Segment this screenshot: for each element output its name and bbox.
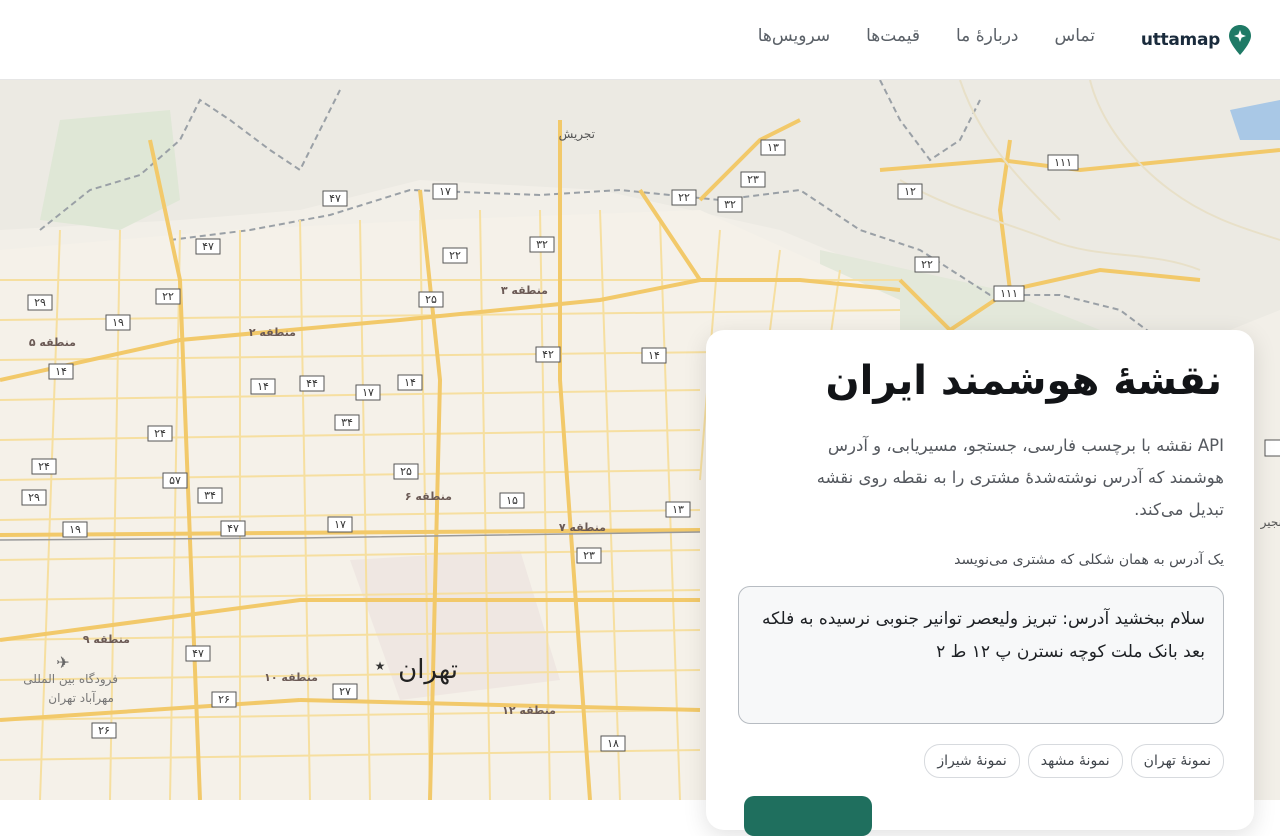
svg-text:۳۲: ۳۲: [724, 198, 736, 211]
svg-text:۱۹: ۱۹: [112, 316, 124, 329]
svg-text:۱۸: ۱۸: [607, 737, 619, 750]
svg-text:منطقه ۱۰: منطقه ۱۰: [264, 671, 318, 684]
svg-text:۱۱۱: ۱۱۱: [1000, 287, 1018, 300]
svg-text:منطقه ۷: منطقه ۷: [559, 521, 606, 534]
top-header: uttamap سرویس‌ها قیمت‌ها دربارهٔ ما تماس: [0, 0, 1280, 80]
svg-text:۱۳: ۱۳: [672, 503, 684, 516]
svg-text:۴۷: ۴۷: [329, 192, 341, 205]
svg-text:۳۲: ۳۲: [536, 238, 548, 251]
nav-pricing[interactable]: قیمت‌ها: [866, 26, 920, 46]
svg-text:تجریش: تجریش: [559, 127, 595, 142]
svg-text:۴۲: ۴۲: [542, 348, 554, 361]
svg-text:۵۷: ۵۷: [169, 474, 181, 487]
svg-text:۱۴: ۱۴: [648, 349, 660, 362]
city-label: تهران: [398, 655, 458, 685]
svg-text:۱۱۱: ۱۱۱: [1054, 156, 1072, 169]
svg-text:۳۴: ۳۴: [204, 489, 216, 502]
svg-text:۱۲: ۱۲: [904, 185, 916, 198]
svg-text:۲۹: ۲۹: [34, 296, 46, 309]
svg-text:۲۶: ۲۶: [98, 724, 110, 737]
svg-text:منطقه ۹: منطقه ۹: [83, 633, 130, 646]
svg-text:۳۴: ۳۴: [341, 416, 353, 429]
svg-text:۲۲: ۲۲: [678, 191, 690, 204]
svg-text:۲۳: ۲۳: [583, 549, 595, 562]
nav-contact[interactable]: تماس: [1055, 26, 1096, 46]
main-nav: سرویس‌ها قیمت‌ها دربارهٔ ما تماس: [758, 26, 1095, 46]
hero-panel: نقشهٔ هوشمند ایران API نقشه با برچسب فار…: [706, 330, 1254, 836]
sample-shiraz-chip[interactable]: نمونهٔ شیراز: [924, 744, 1020, 778]
address-input-label: یک آدرس به همان شکلی که مشتری می‌نویسد: [954, 552, 1224, 568]
svg-text:۱۷: ۱۷: [439, 185, 451, 198]
map-pin-icon: [1229, 25, 1251, 55]
svg-text:منطقه ۶: منطقه ۶: [405, 490, 452, 503]
logo-text: uttamap: [1140, 30, 1220, 50]
logo[interactable]: uttamap: [1141, 24, 1252, 56]
svg-text:منطقه ۱۲: منطقه ۱۲: [502, 704, 556, 717]
svg-text:۱۷: ۱۷: [334, 518, 346, 531]
svg-text:منطقه ۳: منطقه ۳: [501, 284, 548, 297]
svg-text:★: ★: [375, 659, 386, 673]
svg-text:۱۳: ۱۳: [767, 141, 779, 154]
svg-text:۱۹: ۱۹: [69, 523, 81, 536]
svg-text:منطقه ۲: منطقه ۲: [249, 326, 296, 339]
svg-text:فرودگاه بین المللی: فرودگاه بین المللی: [23, 672, 118, 687]
sample-mashhad-chip[interactable]: نمونهٔ مشهد: [1027, 744, 1123, 778]
svg-text:منطقه ۵: منطقه ۵: [29, 336, 76, 349]
svg-text:۲۶: ۲۶: [218, 693, 230, 706]
page-description: API نقشه با برچسب فارسی، جستجو، مسیریابی…: [816, 436, 1224, 519]
svg-text:۴۷: ۴۷: [202, 240, 214, 253]
svg-text:نجیر: نجیر: [1260, 515, 1280, 530]
sample-tehran-chip[interactable]: نمونهٔ تهران: [1130, 744, 1224, 778]
svg-text:۱۴: ۱۴: [55, 365, 67, 378]
svg-text:۱۷: ۱۷: [362, 386, 374, 399]
svg-text:۲۵: ۲۵: [400, 465, 412, 478]
svg-text:۴۴: ۴۴: [306, 377, 318, 390]
nav-services[interactable]: سرویس‌ها: [758, 26, 830, 46]
nav-about[interactable]: دربارهٔ ما: [956, 26, 1019, 46]
sample-chips: نمونهٔ تهران نمونهٔ مشهد نمونهٔ شیراز: [924, 744, 1224, 778]
svg-text:۲۲: ۲۲: [449, 249, 461, 262]
svg-text:۱۵: ۱۵: [506, 494, 518, 507]
svg-text:✈: ✈: [56, 653, 69, 672]
svg-text:۲۲: ۲۲: [162, 290, 174, 303]
svg-text:۲۴: ۲۴: [154, 427, 166, 440]
svg-text:۲۳: ۲۳: [747, 173, 759, 186]
submit-button[interactable]: [744, 796, 872, 836]
svg-text:۲۵: ۲۵: [425, 293, 437, 306]
svg-text:۴۷: ۴۷: [192, 647, 204, 660]
address-input[interactable]: سلام ببخشید آدرس: تبریز ولیعصر توانیر جن…: [738, 586, 1224, 724]
svg-text:۲۲: ۲۲: [921, 258, 933, 271]
svg-text:۴۷: ۴۷: [227, 522, 239, 535]
svg-text:۲۴: ۲۴: [38, 460, 50, 473]
svg-text:۲۹: ۲۹: [28, 491, 40, 504]
svg-text:۱۴: ۱۴: [404, 376, 416, 389]
page-title: نقشهٔ هوشمند ایران: [825, 358, 1222, 404]
svg-text:مهرآباد تهران: مهرآباد تهران: [48, 690, 114, 706]
svg-text:۲۷: ۲۷: [339, 685, 351, 698]
svg-text:۱۴: ۱۴: [257, 380, 269, 393]
